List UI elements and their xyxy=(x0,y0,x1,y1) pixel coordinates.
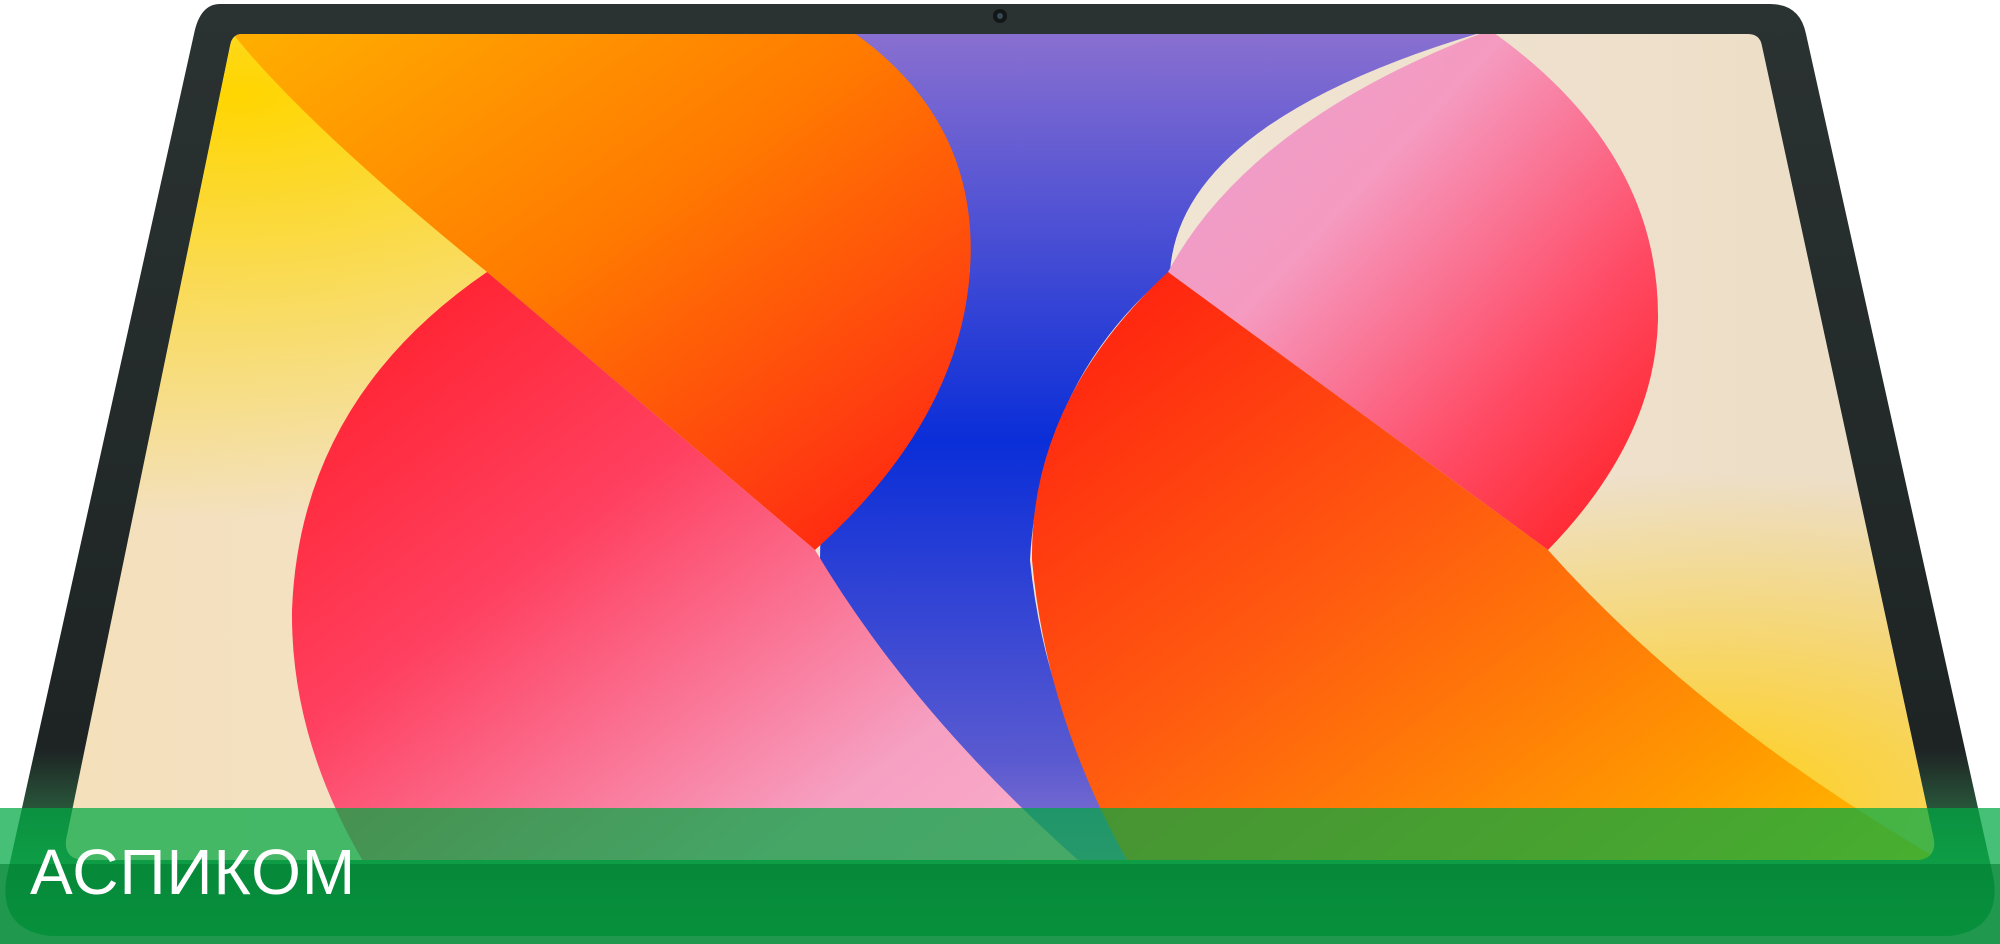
product-photo: АСПИКОМ xyxy=(0,0,2000,944)
tablet-screen xyxy=(65,34,1935,860)
camera-icon xyxy=(993,9,1007,23)
brand-watermark: АСПИКОМ xyxy=(30,836,357,908)
tablet-illustration xyxy=(5,4,1995,936)
